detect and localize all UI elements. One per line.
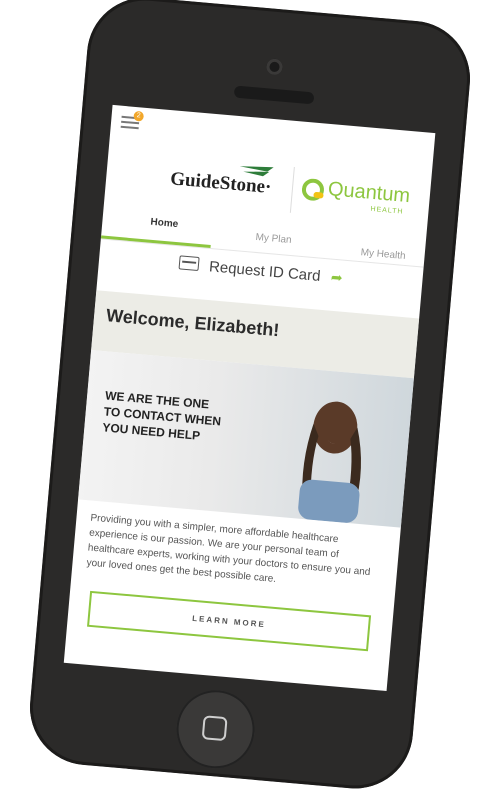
guidestone-logo-mark: · [264, 176, 273, 199]
logo-divider [289, 166, 295, 213]
id-card-icon [178, 255, 200, 271]
tab-home[interactable]: Home [150, 217, 179, 230]
home-button[interactable] [173, 687, 258, 772]
active-tab-indicator [100, 235, 211, 249]
notification-badge: 2 [133, 110, 145, 122]
tab-my-plan[interactable]: My Plan [255, 232, 292, 246]
intro-description: Providing you with a simpler, more affor… [86, 512, 371, 585]
share-arrow-icon: ➦ [330, 268, 344, 286]
camera-icon [265, 58, 284, 76]
home-square-icon [201, 715, 228, 742]
phone-mockup: 2 GuideStone· Quantum HEALTH Home My Pla… [0, 0, 500, 799]
phone-body: 2 GuideStone· Quantum HEALTH Home My Pla… [25, 0, 475, 794]
quantum-logo-text: Quantum [327, 178, 411, 208]
quantum-logo-subtext: HEALTH [370, 205, 404, 216]
speaker-grille [233, 85, 315, 105]
support-agent-photo [298, 401, 361, 523]
welcome-heading: Welcome, Elizabeth! [105, 305, 281, 341]
learn-more-button[interactable]: LEARN MORE [87, 590, 372, 652]
hero-headline: WE ARE THE ONE TO CONTACT WHEN YOU NEED … [102, 387, 223, 445]
tab-my-health[interactable]: My Health [360, 247, 406, 262]
learn-more-label: LEARN MORE [191, 613, 267, 629]
app-screen: 2 GuideStone· Quantum HEALTH Home My Pla… [63, 104, 436, 692]
request-id-card-label: Request ID Card [208, 258, 322, 285]
hero-image: WE ARE THE ONE TO CONTACT WHEN YOU NEED … [78, 349, 414, 528]
quantum-health-logo-icon [301, 178, 324, 201]
